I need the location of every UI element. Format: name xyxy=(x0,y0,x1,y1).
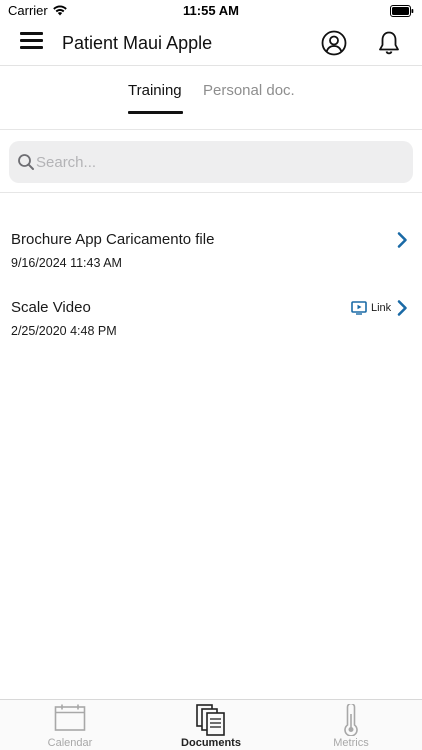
nav-header: Patient Maui Apple xyxy=(0,22,422,66)
active-tab-indicator xyxy=(128,111,183,114)
documents-icon xyxy=(196,704,225,736)
search-area xyxy=(0,130,422,193)
calendar-icon xyxy=(54,704,86,731)
tabbar-label-documents: Documents xyxy=(181,737,241,749)
thermometer-icon xyxy=(344,704,358,736)
document-row[interactable]: Scale Video 2/25/2020 4:48 PM Link xyxy=(0,294,422,356)
link-badge[interactable]: Link xyxy=(351,300,391,316)
document-title: Brochure App Caricamento file xyxy=(11,231,215,248)
tabbar-label-metrics: Metrics xyxy=(333,737,369,749)
tab-training[interactable]: Training xyxy=(128,82,182,99)
bell-icon[interactable] xyxy=(377,30,401,56)
chevron-right-icon[interactable] xyxy=(396,231,408,249)
tabbar-item-calendar[interactable]: Calendar xyxy=(10,700,130,750)
chevron-right-icon[interactable] xyxy=(396,299,408,317)
tabbar-item-documents[interactable]: Documents xyxy=(151,700,271,750)
hamburger-menu-icon[interactable] xyxy=(20,32,44,52)
search-icon xyxy=(18,154,34,170)
search-input[interactable] xyxy=(36,141,406,183)
document-date: 2/25/2020 4:48 PM xyxy=(11,324,117,338)
tabbar-item-metrics[interactable]: Metrics xyxy=(291,700,411,750)
video-screen-icon xyxy=(351,301,367,315)
bottom-tab-bar: Calendar Documents Metrics xyxy=(0,699,422,750)
battery-icon xyxy=(390,5,414,17)
tab-personal-doc[interactable]: Personal doc. xyxy=(203,82,295,99)
status-bar: Carrier 11:55 AM xyxy=(0,0,422,22)
document-row[interactable]: Brochure App Caricamento file 9/16/2024 … xyxy=(0,226,422,288)
link-label: Link xyxy=(371,302,392,314)
status-time: 11:55 AM xyxy=(183,3,239,18)
document-date: 9/16/2024 11:43 AM xyxy=(11,256,122,270)
tabbar-label-calendar: Calendar xyxy=(47,737,93,749)
search-box[interactable] xyxy=(9,141,413,183)
document-title: Scale Video xyxy=(11,299,91,316)
page-title: Patient Maui Apple xyxy=(62,33,213,53)
document-tabs: Training Personal doc. xyxy=(0,66,422,130)
user-circle-icon[interactable] xyxy=(321,30,347,56)
